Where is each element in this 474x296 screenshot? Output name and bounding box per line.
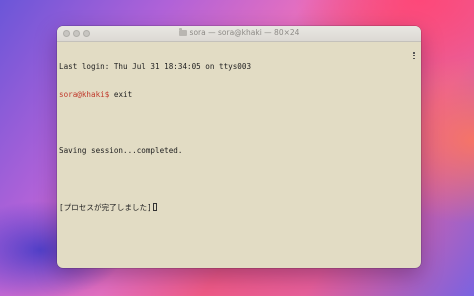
terminal-line-command: sora@khaki$ exit [59, 90, 419, 99]
text-cursor [152, 202, 157, 211]
terminal-line-process-complete: [プロセスが完了しました] [59, 202, 419, 212]
terminal-line-saving-session: Saving session...completed. [59, 146, 183, 156]
command-text: exit [109, 90, 133, 100]
window-title: sora — sora@khaki — 80×24 [189, 28, 300, 37]
terminal-line-last-login: Last login: Thu Jul 31 18:34:05 on ttys0… [59, 61, 252, 71]
folder-icon [178, 28, 187, 36]
terminal-content[interactable]: Last login: Thu Jul 31 18:34:05 on ttys0… [57, 42, 421, 268]
window-titlebar[interactable]: sora — sora@khaki — 80×24 [57, 26, 421, 42]
window-title-container: sora — sora@khaki — 80×24 [57, 28, 421, 37]
process-complete-text: [プロセスが完了しました] [59, 202, 152, 212]
desktop-wallpaper: sora — sora@khaki — 80×24 Last login: Th… [0, 0, 474, 296]
terminal-window[interactable]: sora — sora@khaki — 80×24 Last login: Th… [57, 26, 421, 268]
scroll-marker-icon [413, 52, 415, 59]
shell-prompt: sora@khaki$ [59, 90, 110, 100]
